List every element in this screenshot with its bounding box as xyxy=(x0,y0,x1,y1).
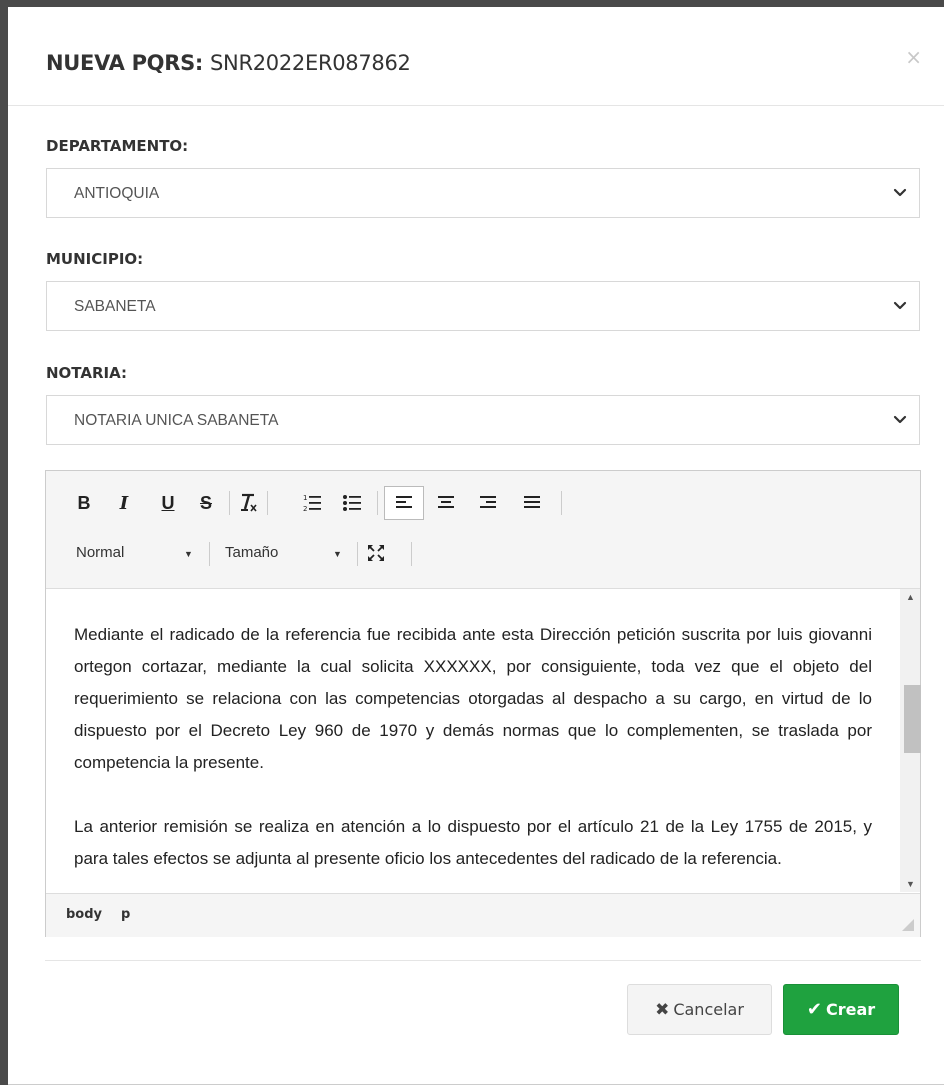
close-icon[interactable]: × xyxy=(905,45,922,69)
new-pqrs-modal: NUEVA PQRS: SNR2022ER087862 × DEPARTAMEN… xyxy=(8,7,944,1085)
chevron-down-icon xyxy=(893,301,907,310)
editor-path-bar: body p xyxy=(46,893,920,937)
municipio-label: MUNICIPIO: xyxy=(46,250,144,268)
toolbar-separator xyxy=(377,491,378,515)
align-justify-button[interactable] xyxy=(520,489,544,517)
scroll-up-icon[interactable]: ▲ xyxy=(906,592,915,602)
editor-content[interactable]: Mediante el radicado de la referencia fu… xyxy=(46,589,900,892)
toolbar-separator xyxy=(209,542,210,566)
strikethrough-button[interactable]: S xyxy=(196,489,216,517)
align-right-icon xyxy=(480,496,496,508)
maximize-icon xyxy=(368,545,384,561)
align-left-button[interactable] xyxy=(384,486,424,520)
departamento-label: DEPARTAMENTO: xyxy=(46,137,189,155)
svg-text:1: 1 xyxy=(303,494,307,502)
path-element-body[interactable]: body xyxy=(66,907,102,922)
create-button[interactable]: ✔ Crear xyxy=(783,984,899,1035)
content-paragraph: Mediante el radicado de la referencia fu… xyxy=(74,625,872,772)
editor-toolbar: B I U S 12 Normal ▼ Tamaño ▼ xyxy=(46,471,920,589)
chevron-down-icon xyxy=(893,188,907,197)
notaria-label: NOTARIA: xyxy=(46,364,127,382)
underline-button[interactable]: U xyxy=(158,489,178,517)
format-dropdown[interactable]: Normal ▼ xyxy=(76,544,206,566)
municipio-value: SABANETA xyxy=(74,298,156,315)
modal-title-prefix: NUEVA PQRS: xyxy=(46,51,203,75)
chevron-down-icon xyxy=(893,415,907,424)
format-dropdown-value: Normal xyxy=(76,544,125,561)
align-justify-icon xyxy=(524,496,540,508)
italic-button[interactable]: I xyxy=(114,489,134,517)
cancel-button-label: Cancelar xyxy=(673,1000,744,1019)
clear-format-icon xyxy=(241,493,257,512)
toolbar-separator xyxy=(411,542,412,566)
footer-divider xyxy=(45,960,921,961)
content-paragraph: La anterior remisión se realiza en atenc… xyxy=(74,817,872,868)
toolbar-separator xyxy=(267,491,268,515)
align-left-icon xyxy=(396,496,412,508)
bold-button[interactable]: B xyxy=(74,489,94,517)
modal-header: NUEVA PQRS: SNR2022ER087862 × xyxy=(8,7,944,106)
ordered-list-icon: 12 xyxy=(303,494,321,513)
align-center-icon xyxy=(438,496,454,508)
toolbar-separator xyxy=(561,491,562,515)
scrollbar-thumb[interactable] xyxy=(904,685,921,753)
departamento-value: ANTIOQUIA xyxy=(74,185,160,202)
modal-title: NUEVA PQRS: SNR2022ER087862 xyxy=(46,51,411,75)
cancel-button[interactable]: ✖ Cancelar xyxy=(627,984,772,1035)
create-button-label: Crear xyxy=(825,1000,876,1019)
times-icon: ✖ xyxy=(655,999,670,1020)
municipio-select[interactable]: SABANETA xyxy=(46,281,920,331)
align-right-button[interactable] xyxy=(476,489,500,517)
caret-down-icon: ▼ xyxy=(333,549,342,559)
path-element-p[interactable]: p xyxy=(121,907,130,922)
resize-grip-icon[interactable] xyxy=(902,919,914,931)
align-center-button[interactable] xyxy=(434,489,458,517)
notaria-select[interactable]: NOTARIA UNICA SABANETA xyxy=(46,395,920,445)
size-dropdown[interactable]: Tamaño ▼ xyxy=(225,544,355,566)
svg-text:2: 2 xyxy=(303,505,307,513)
bullet-list-button[interactable] xyxy=(340,489,364,517)
clear-format-button[interactable] xyxy=(236,489,260,517)
maximize-button[interactable] xyxy=(364,539,388,567)
bullet-list-icon xyxy=(343,495,361,511)
check-icon: ✔ xyxy=(806,999,822,1020)
ordered-list-button[interactable]: 12 xyxy=(300,489,324,517)
size-dropdown-value: Tamaño xyxy=(225,544,279,561)
modal-title-value: SNR2022ER087862 xyxy=(210,51,411,75)
notaria-value: NOTARIA UNICA SABANETA xyxy=(74,412,279,429)
toolbar-separator xyxy=(229,491,230,515)
departamento-select[interactable]: ANTIOQUIA xyxy=(46,168,920,218)
rich-text-editor: B I U S 12 Normal ▼ Tamaño ▼ Mediante el… xyxy=(45,470,921,937)
scroll-down-icon[interactable]: ▼ xyxy=(906,879,915,889)
toolbar-separator xyxy=(357,542,358,566)
editor-scrollbar[interactable]: ▲ ▼ xyxy=(900,589,921,892)
caret-down-icon: ▼ xyxy=(184,549,193,559)
